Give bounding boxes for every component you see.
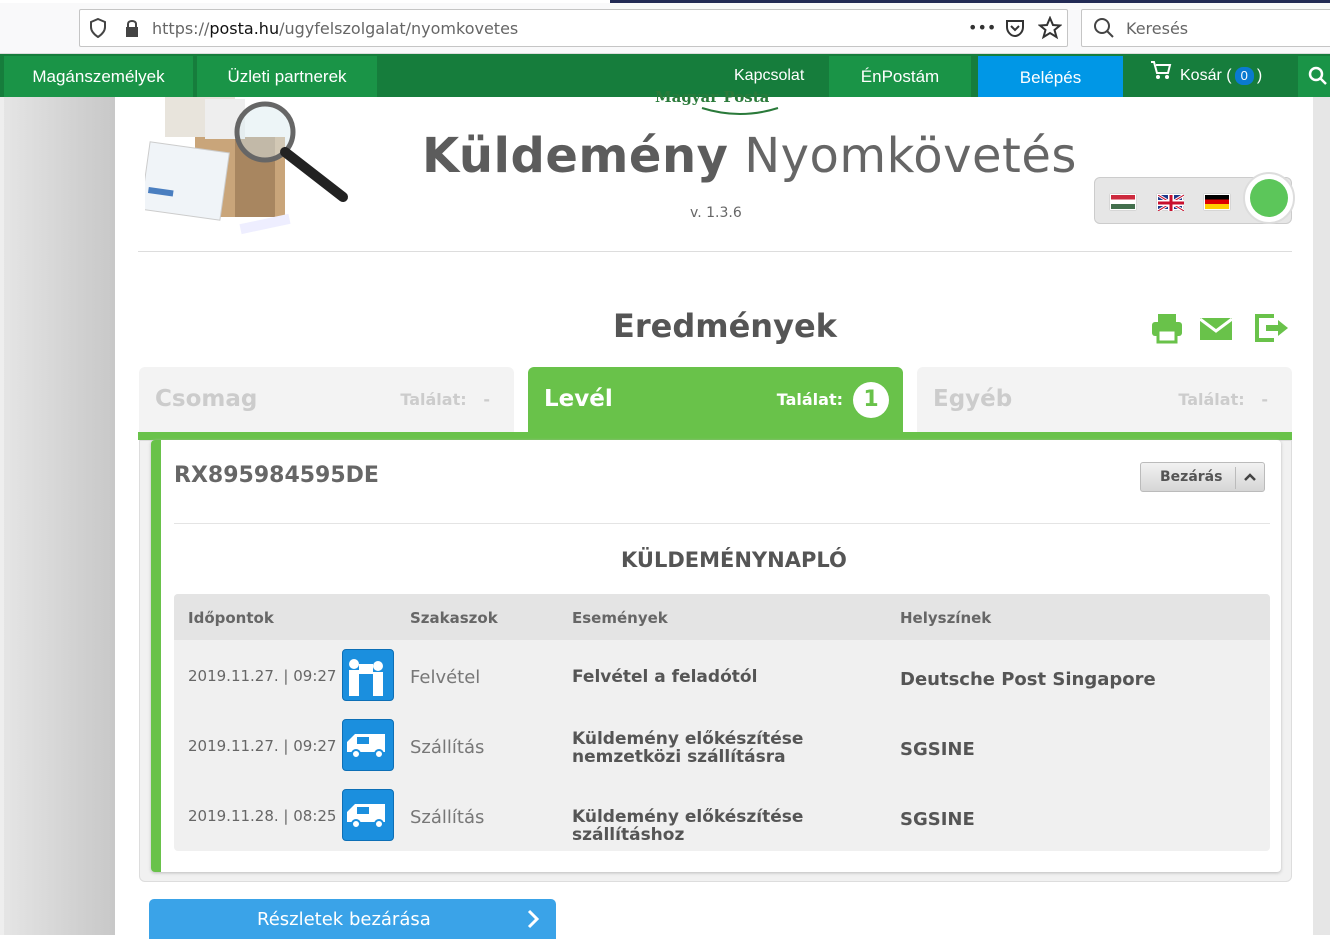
nav-business-partners[interactable]: Üzleti partnerek [197, 56, 377, 97]
close-details-button[interactable]: Részletek bezárása [149, 899, 556, 939]
page-title: Küldemény Nyomkövetés [422, 128, 1077, 184]
log-title: KÜLDEMÉNYNAPLÓ [621, 548, 847, 572]
search-icon [1092, 16, 1116, 40]
tracking-number: RX895984595DE [174, 463, 379, 488]
cart-icon [1150, 54, 1172, 97]
site-search-button[interactable] [1298, 56, 1330, 97]
right-background [1313, 97, 1330, 935]
login-button[interactable]: Belépés [978, 56, 1123, 97]
logo-swoosh [701, 107, 779, 115]
van-icon [342, 719, 394, 771]
flag-hu-icon[interactable] [1110, 194, 1136, 210]
header-divider [138, 251, 1292, 252]
results-heading: Eredmények [613, 307, 837, 345]
van-icon [342, 789, 394, 841]
address-bar[interactable]: https://posta.hu/ugyfelszolgalat/nyomkov… [79, 9, 1068, 47]
table-row: 2019.11.27. | 09:27 Felvétel Felvétel a … [174, 641, 1270, 711]
bookmark-star-icon[interactable] [1037, 15, 1063, 44]
handover-icon [342, 649, 394, 701]
url-text[interactable]: https://posta.hu/ugyfelszolgalat/nyomkov… [152, 19, 518, 38]
chevron-right-icon [525, 908, 541, 930]
parcels-magnifier-illustration [140, 97, 355, 247]
lock-icon[interactable] [122, 18, 142, 38]
table-row: 2019.11.27. | 09:27 Szállítás Küldemény … [174, 711, 1270, 781]
flag-uk-icon[interactable] [1157, 194, 1184, 211]
search-placeholder: Keresés [1126, 19, 1189, 38]
nav-enpostam[interactable]: ÉnPostám [829, 56, 971, 97]
page-actions-icon[interactable]: ••• [968, 18, 996, 37]
table-header: Időpontok Szakaszok Események Helyszínek [174, 594, 1270, 640]
cart-count-badge: 0 [1234, 67, 1254, 85]
tab-egyeb[interactable]: Egyéb Találat: - [917, 367, 1292, 432]
cart-link[interactable]: Kosár (0) [1150, 54, 1262, 97]
print-icon[interactable] [1150, 312, 1184, 344]
browser-chrome: https://posta.hu/ugyfelszolgalat/nyomkov… [0, 0, 1330, 54]
browser-search-bar[interactable]: Keresés [1081, 9, 1330, 47]
card-divider [174, 523, 1270, 524]
tab-underline [138, 432, 1292, 440]
table-row: 2019.11.28. | 08:25 Szállítás Küldemény … [174, 781, 1270, 851]
nav-private-persons[interactable]: Magánszemélyek [4, 56, 193, 97]
shield-icon[interactable] [88, 17, 108, 39]
language-selector [1094, 172, 1295, 224]
tab-csomag[interactable]: Csomag Találat: - [139, 367, 514, 432]
tab-level[interactable]: Levél Találat: 1 [528, 367, 903, 432]
search-icon [1308, 66, 1328, 90]
version-label: v. 1.3.6 [690, 205, 742, 221]
pocket-icon[interactable] [1004, 17, 1026, 43]
export-icon[interactable] [1254, 312, 1288, 344]
globe-icon[interactable] [1243, 172, 1295, 224]
left-background [0, 97, 115, 935]
shipment-log-table: Időpontok Szakaszok Események Helyszínek… [174, 594, 1270, 851]
result-count-badge: 1 [853, 382, 889, 418]
flag-de-icon[interactable] [1204, 194, 1230, 210]
close-button[interactable]: Bezárás [1140, 462, 1265, 492]
chevron-up-icon [1242, 468, 1258, 486]
mail-icon[interactable] [1199, 312, 1233, 344]
